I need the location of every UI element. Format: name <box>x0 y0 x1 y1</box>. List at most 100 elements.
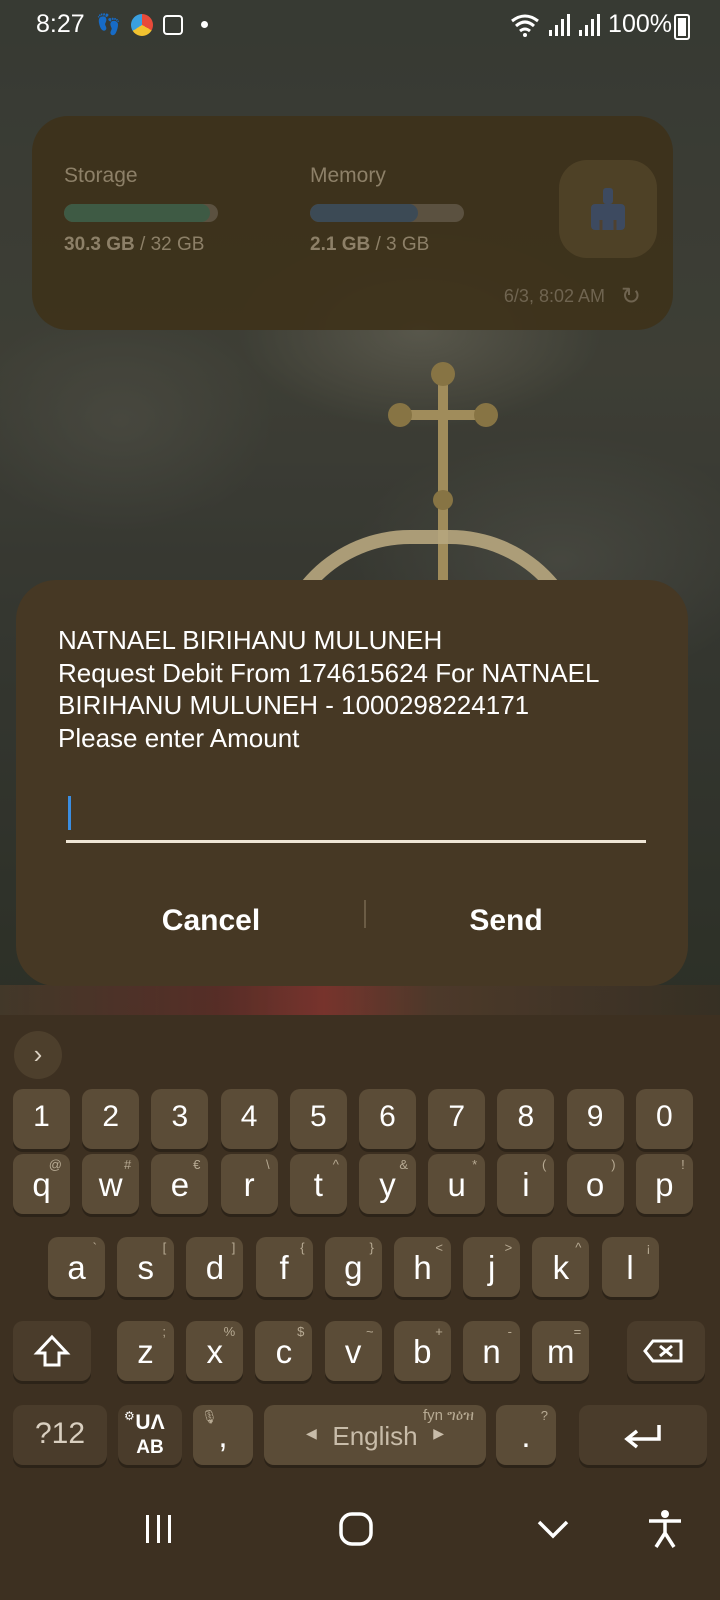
symbols-key[interactable]: ?12 <box>13 1405 107 1465</box>
shift-icon <box>33 1334 71 1367</box>
key-7[interactable]: 7 <box>428 1089 486 1149</box>
key-i[interactable]: (i <box>497 1154 555 1214</box>
period-key-label: . <box>521 1417 531 1454</box>
key-s-label: s <box>137 1249 154 1286</box>
clean-now-button[interactable] <box>559 160 657 258</box>
key-6[interactable]: 6 <box>359 1089 416 1149</box>
notification-icons: 👣 <box>96 12 208 37</box>
status-bar: 8:27 👣 100% <box>0 0 720 52</box>
key-3[interactable]: 3 <box>151 1089 209 1149</box>
key-j-label: j <box>488 1249 496 1286</box>
key-3-label: 3 <box>171 1100 189 1133</box>
key-l[interactable]: ¡ l <box>601 1237 659 1297</box>
key-0-label: 0 <box>655 1100 673 1133</box>
shift-key[interactable] <box>13 1321 91 1381</box>
key-z[interactable]: ; z <box>117 1321 174 1381</box>
key-d[interactable]: ] d <box>186 1237 244 1297</box>
key-8[interactable]: 8 <box>497 1089 555 1149</box>
last-updated-time: 6/3, 8:02 AM <box>503 286 605 306</box>
key-j[interactable]: > j <box>463 1237 521 1297</box>
key-0[interactable]: 0 <box>635 1089 693 1149</box>
memory-label: Memory <box>310 164 386 187</box>
key-e[interactable]: € e <box>151 1154 209 1214</box>
enter-icon <box>624 1425 661 1449</box>
enter-key[interactable] <box>579 1405 707 1465</box>
send-button[interactable]: Send <box>381 896 631 946</box>
key-x[interactable]: % x <box>186 1321 244 1381</box>
toolbar-expand-button[interactable]: › <box>14 1031 62 1079</box>
amount-input[interactable] <box>66 790 646 843</box>
key-q[interactable]: @ q <box>13 1154 70 1214</box>
storage-bar-fill <box>64 204 211 222</box>
key-y[interactable]: & y <box>359 1154 416 1214</box>
keyboard: › 1 2 3 4 5 6 7 8 9 0 @ q # w € e \ r ^ t & y * u(i) o! p ` a[s] d{f… <box>0 1015 720 1493</box>
key-7-label: 7 <box>448 1100 466 1133</box>
key-h[interactable]: < h <box>394 1237 451 1297</box>
device-care-widget[interactable]: Storage 30.3 GB / 32 GB Memory 2.1 GB / … <box>32 116 673 330</box>
home-icon[interactable] <box>338 1511 374 1547</box>
gallery-icon <box>162 14 183 35</box>
key-z-label: z <box>137 1333 154 1370</box>
key-4[interactable]: 4 <box>220 1089 278 1149</box>
key-u-label: u <box>447 1166 466 1203</box>
hide-keyboard-chevron-down-icon[interactable] <box>536 1517 570 1541</box>
key-g-label: g <box>344 1249 363 1286</box>
key-v[interactable]: ~ v <box>324 1321 382 1381</box>
key-1[interactable]: 1 <box>13 1089 70 1149</box>
memory-used: 2.1 GB <box>310 234 371 255</box>
accessibility-icon[interactable] <box>646 1509 684 1549</box>
key-b-label: b <box>413 1333 432 1370</box>
key-9-label: 9 <box>586 1100 604 1133</box>
key-a[interactable]: ` a <box>48 1237 105 1297</box>
key-8-label: 8 <box>517 1100 535 1133</box>
memory-value: 2.1 GB / 3 GB <box>310 234 429 256</box>
microphone-icon: 🎙 <box>201 1409 218 1424</box>
key-n[interactable]: -n <box>463 1321 520 1381</box>
key-s[interactable]: [s <box>117 1237 175 1297</box>
broom-icon <box>591 188 625 230</box>
comma-key[interactable]: , 🎙 <box>193 1405 253 1465</box>
battery-percent: 100% <box>608 10 672 38</box>
backspace-key[interactable] <box>627 1321 705 1381</box>
key-b[interactable]: + b <box>393 1321 451 1381</box>
key-m[interactable]: = m <box>532 1321 590 1381</box>
lang-top-label: UΛ <box>135 1411 165 1434</box>
key-2[interactable]: 2 <box>82 1089 140 1149</box>
key-o[interactable]: ) o <box>566 1154 624 1214</box>
storage-value: 30.3 GB / 32 GB <box>64 234 204 256</box>
key-4-label: 4 <box>240 1100 258 1133</box>
key-u[interactable]: * u <box>428 1154 486 1214</box>
wifi-icon <box>511 14 539 37</box>
key-c[interactable]: $ c <box>255 1321 313 1381</box>
key-p[interactable]: ! p <box>635 1154 693 1214</box>
key-6-label: 6 <box>379 1100 396 1133</box>
key-e-label: e <box>170 1166 190 1203</box>
key-l-label: l <box>626 1249 634 1286</box>
button-divider <box>364 900 366 928</box>
language-next-icon: ▶ <box>433 1425 444 1441</box>
space-alt-label: fyn ግዕዝ <box>422 1407 474 1424</box>
space-key[interactable]: ◀ English ▶ fyn ግዕዝ <box>264 1405 486 1465</box>
system-icons: 100% <box>510 10 672 39</box>
language-switch-key[interactable]: ⚙ UΛ AB <box>118 1405 182 1465</box>
key-g[interactable]: } g <box>324 1237 382 1297</box>
cancel-button[interactable]: Cancel <box>86 896 336 946</box>
key-w[interactable]: # w <box>82 1154 140 1214</box>
key-t[interactable]: ^ t <box>289 1154 347 1214</box>
key-5[interactable]: 5 <box>289 1089 347 1149</box>
key-t-label: t <box>313 1166 323 1203</box>
key-r[interactable]: \ r <box>220 1154 278 1214</box>
lang-bottom-label: AB <box>136 1437 164 1458</box>
period-key[interactable]: ?. <box>496 1405 556 1465</box>
key-9[interactable]: 9 <box>566 1089 624 1149</box>
key-a-label: a <box>67 1249 86 1286</box>
storage-label: Storage <box>64 164 138 187</box>
recent-apps-icon[interactable] <box>144 1513 174 1545</box>
memory-bar-fill <box>310 204 418 222</box>
key-y-label: y <box>379 1166 396 1203</box>
storage-total: / 32 GB <box>140 234 205 255</box>
key-w-label: w <box>98 1166 123 1203</box>
refresh-icon[interactable]: ↻ <box>621 282 641 311</box>
key-f[interactable]: {f <box>255 1237 313 1297</box>
key-k[interactable]: ^ k <box>532 1237 590 1297</box>
